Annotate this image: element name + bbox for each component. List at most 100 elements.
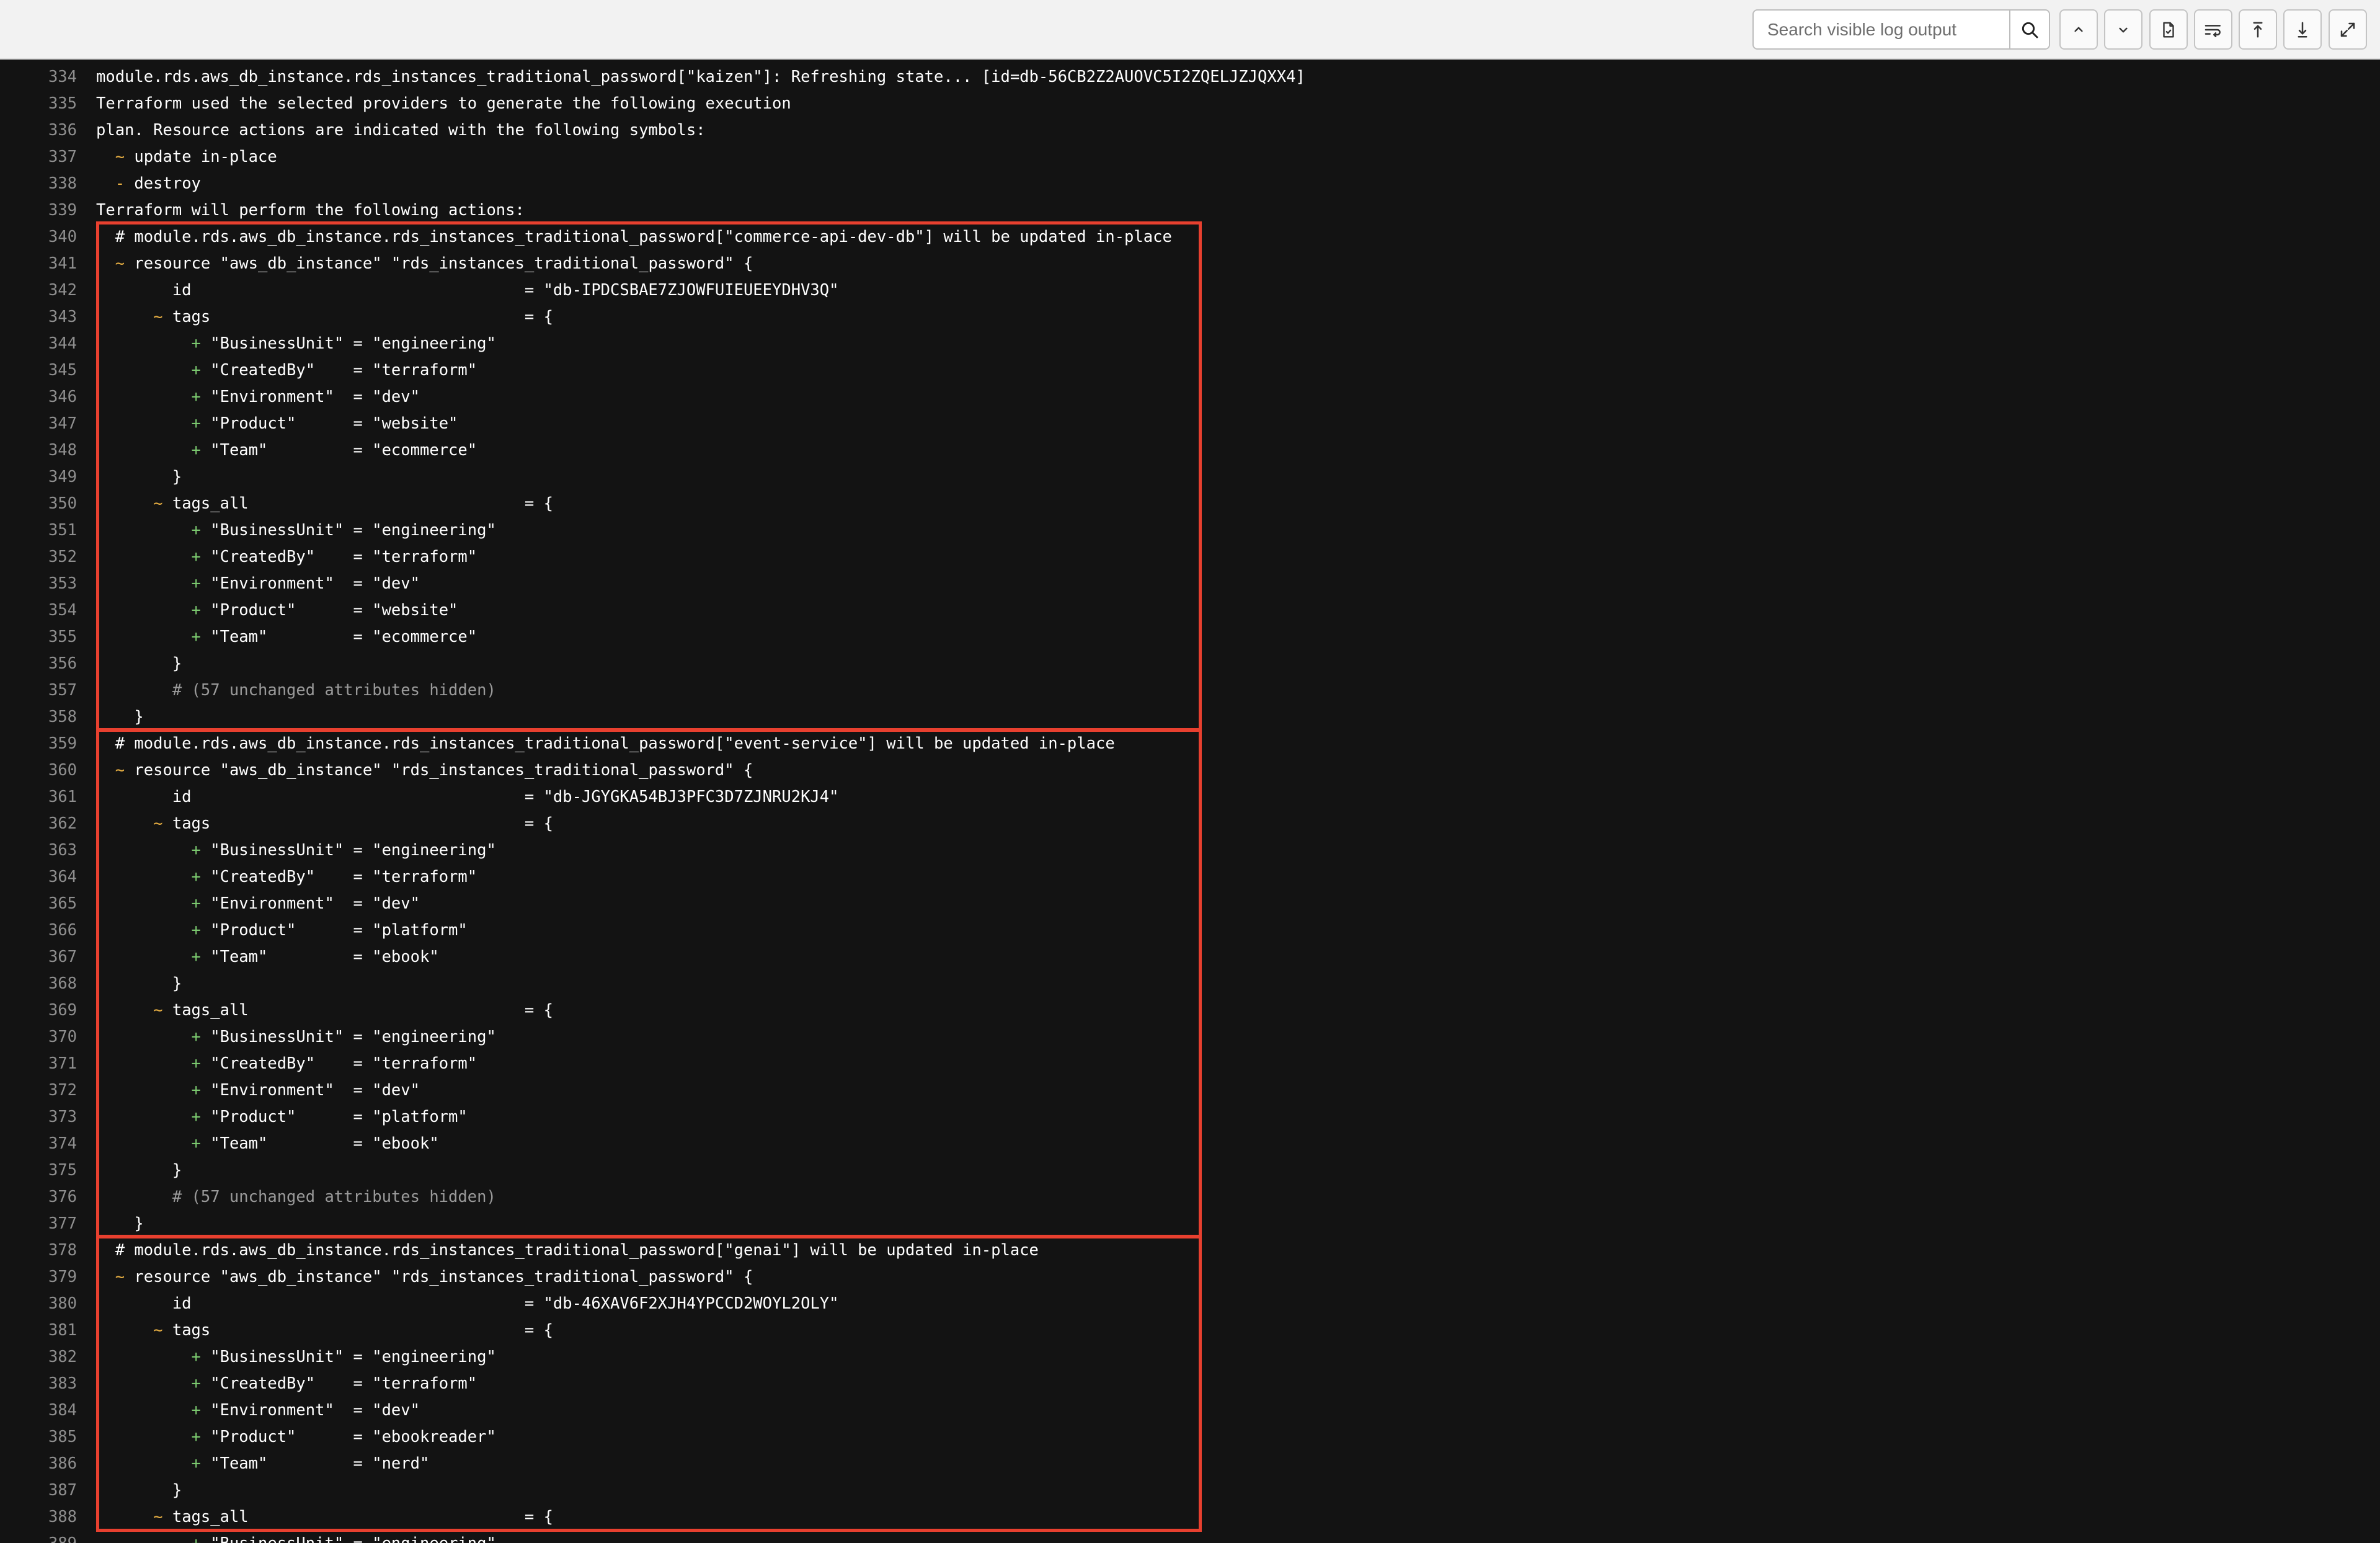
log-line: 368 } <box>0 971 2380 997</box>
line-number: 381 <box>48 1321 77 1340</box>
line-content: plan. Resource actions are indicated wit… <box>96 121 706 140</box>
line-number: 340 <box>48 228 77 246</box>
line-content: tags_all = { <box>162 1508 553 1526</box>
line-content: tags_all = { <box>162 1001 553 1020</box>
line-content: # module.rds.aws_db_instance.rds_instanc… <box>96 734 1115 753</box>
log-toolbar <box>0 0 2380 60</box>
line-content: "CreatedBy" = "terraform" <box>200 361 477 380</box>
line-number: 352 <box>48 548 77 566</box>
next-match-button[interactable] <box>2104 9 2142 50</box>
line-content: "BusinessUnit" = "engineering" <box>200 1028 496 1046</box>
line-content: } <box>96 708 144 726</box>
scroll-to-top-button[interactable] <box>2239 9 2277 50</box>
line-text: + "Environment" = "dev" <box>96 571 420 597</box>
scroll-to-bottom-button[interactable] <box>2283 9 2322 50</box>
line-content: } <box>96 1161 182 1180</box>
line-number: 387 <box>48 1481 77 1500</box>
add-symbol: + <box>191 894 201 913</box>
add-symbol: + <box>191 1054 201 1073</box>
log-line: 388 ~ tags_all = { <box>0 1504 2380 1531</box>
line-number: 377 <box>48 1214 77 1233</box>
log-line: 380 id = "db-46XAV6F2XJH4YPCCD2WOYL2OLY" <box>0 1291 2380 1317</box>
line-number: 346 <box>48 388 77 406</box>
log-line: 381 ~ tags = { <box>0 1317 2380 1344</box>
log-line: 334 module.rds.aws_db_instance.rds_instan… <box>0 64 2380 91</box>
log-line: 373 + "Product" = "platform" <box>0 1104 2380 1131</box>
fullscreen-button[interactable] <box>2329 9 2367 50</box>
line-content: "Product" = "ebookreader" <box>200 1428 496 1446</box>
log-line: 384 + "Environment" = "dev" <box>0 1397 2380 1424</box>
line-number: 359 <box>48 734 77 753</box>
line-text: + "BusinessUnit" = "engineering" <box>96 331 496 357</box>
line-number: 354 <box>48 601 77 620</box>
line-text: + "Environment" = "dev" <box>96 891 420 917</box>
add-symbol: + <box>191 841 201 860</box>
log-line: 386 + "Team" = "nerd" <box>0 1451 2380 1477</box>
log-line: 354 + "Product" = "website" <box>0 597 2380 624</box>
line-number: 338 <box>48 174 77 193</box>
scroll-bottom-icon <box>2298 22 2307 37</box>
line-text: + "Team" = "nerd" <box>96 1451 430 1477</box>
line-number: 339 <box>48 201 77 220</box>
line-content: id = "db-46XAV6F2XJH4YPCCD2WOYL2OLY" <box>96 1294 839 1313</box>
log-line: 351 + "BusinessUnit" = "engineering" <box>0 517 2380 544</box>
line-number: 344 <box>48 334 77 353</box>
add-symbol: + <box>191 921 201 940</box>
search-input[interactable] <box>1754 11 2009 48</box>
line-text: # module.rds.aws_db_instance.rds_instanc… <box>96 224 1172 251</box>
log-line: 349 } <box>0 464 2380 491</box>
add-symbol: + <box>191 414 201 433</box>
line-text: + "Team" = "ebook" <box>96 1131 439 1157</box>
line-text: id = "db-46XAV6F2XJH4YPCCD2WOYL2OLY" <box>96 1291 839 1317</box>
line-number: 334 <box>48 68 77 86</box>
line-content: "BusinessUnit" = "engineering" <box>200 841 496 860</box>
line-number: 367 <box>48 948 77 966</box>
add-symbol: + <box>191 548 201 566</box>
line-content: "BusinessUnit" = "engineering" <box>200 334 496 353</box>
line-text: + "Environment" = "dev" <box>96 384 420 411</box>
log-line: 369 ~ tags_all = { <box>0 997 2380 1024</box>
line-text: # module.rds.aws_db_instance.rds_instanc… <box>96 731 1115 757</box>
update-symbol: ~ <box>115 148 125 166</box>
line-text: # module.rds.aws_db_instance.rds_instanc… <box>96 1237 1039 1264</box>
line-text: ~ resource "aws_db_instance" "rds_instan… <box>96 251 753 277</box>
line-text: + "Product" = "platform" <box>96 917 468 944</box>
log-line: 375 } <box>0 1157 2380 1184</box>
line-number: 376 <box>48 1188 77 1206</box>
line-content: "Environment" = "dev" <box>200 1081 420 1100</box>
line-content: } <box>96 1214 144 1233</box>
line-number: 378 <box>48 1241 77 1260</box>
line-content: "Environment" = "dev" <box>200 388 420 406</box>
wrap-icon <box>2205 24 2221 37</box>
line-content: "CreatedBy" = "terraform" <box>200 1374 477 1393</box>
log-line: 338 - destroy <box>0 171 2380 197</box>
line-text: + "Product" = "website" <box>96 411 458 437</box>
previous-match-button[interactable] <box>2059 9 2098 50</box>
log-line: 376 # (57 unchanged attributes hidden) <box>0 1184 2380 1211</box>
line-number: 366 <box>48 921 77 940</box>
line-text: module.rds.aws_db_instance.rds_instances… <box>96 64 1305 91</box>
line-number: 353 <box>48 574 77 593</box>
raw-log-button[interactable] <box>2149 9 2188 50</box>
line-text: } <box>96 1157 182 1184</box>
add-symbol: + <box>191 1108 201 1126</box>
line-number: 374 <box>48 1134 77 1153</box>
line-content: # module.rds.aws_db_instance.rds_instanc… <box>96 228 1172 246</box>
line-content: } <box>96 468 182 486</box>
add-symbol: + <box>191 334 201 353</box>
line-number: 361 <box>48 788 77 806</box>
search-button[interactable] <box>2009 11 2049 48</box>
log-line: 360 ~ resource "aws_db_instance" "rds_in… <box>0 757 2380 784</box>
line-text: Terraform will perform the following act… <box>96 197 525 224</box>
wrap-lines-button[interactable] <box>2194 9 2232 50</box>
line-content: "Product" = "platform" <box>200 921 468 940</box>
